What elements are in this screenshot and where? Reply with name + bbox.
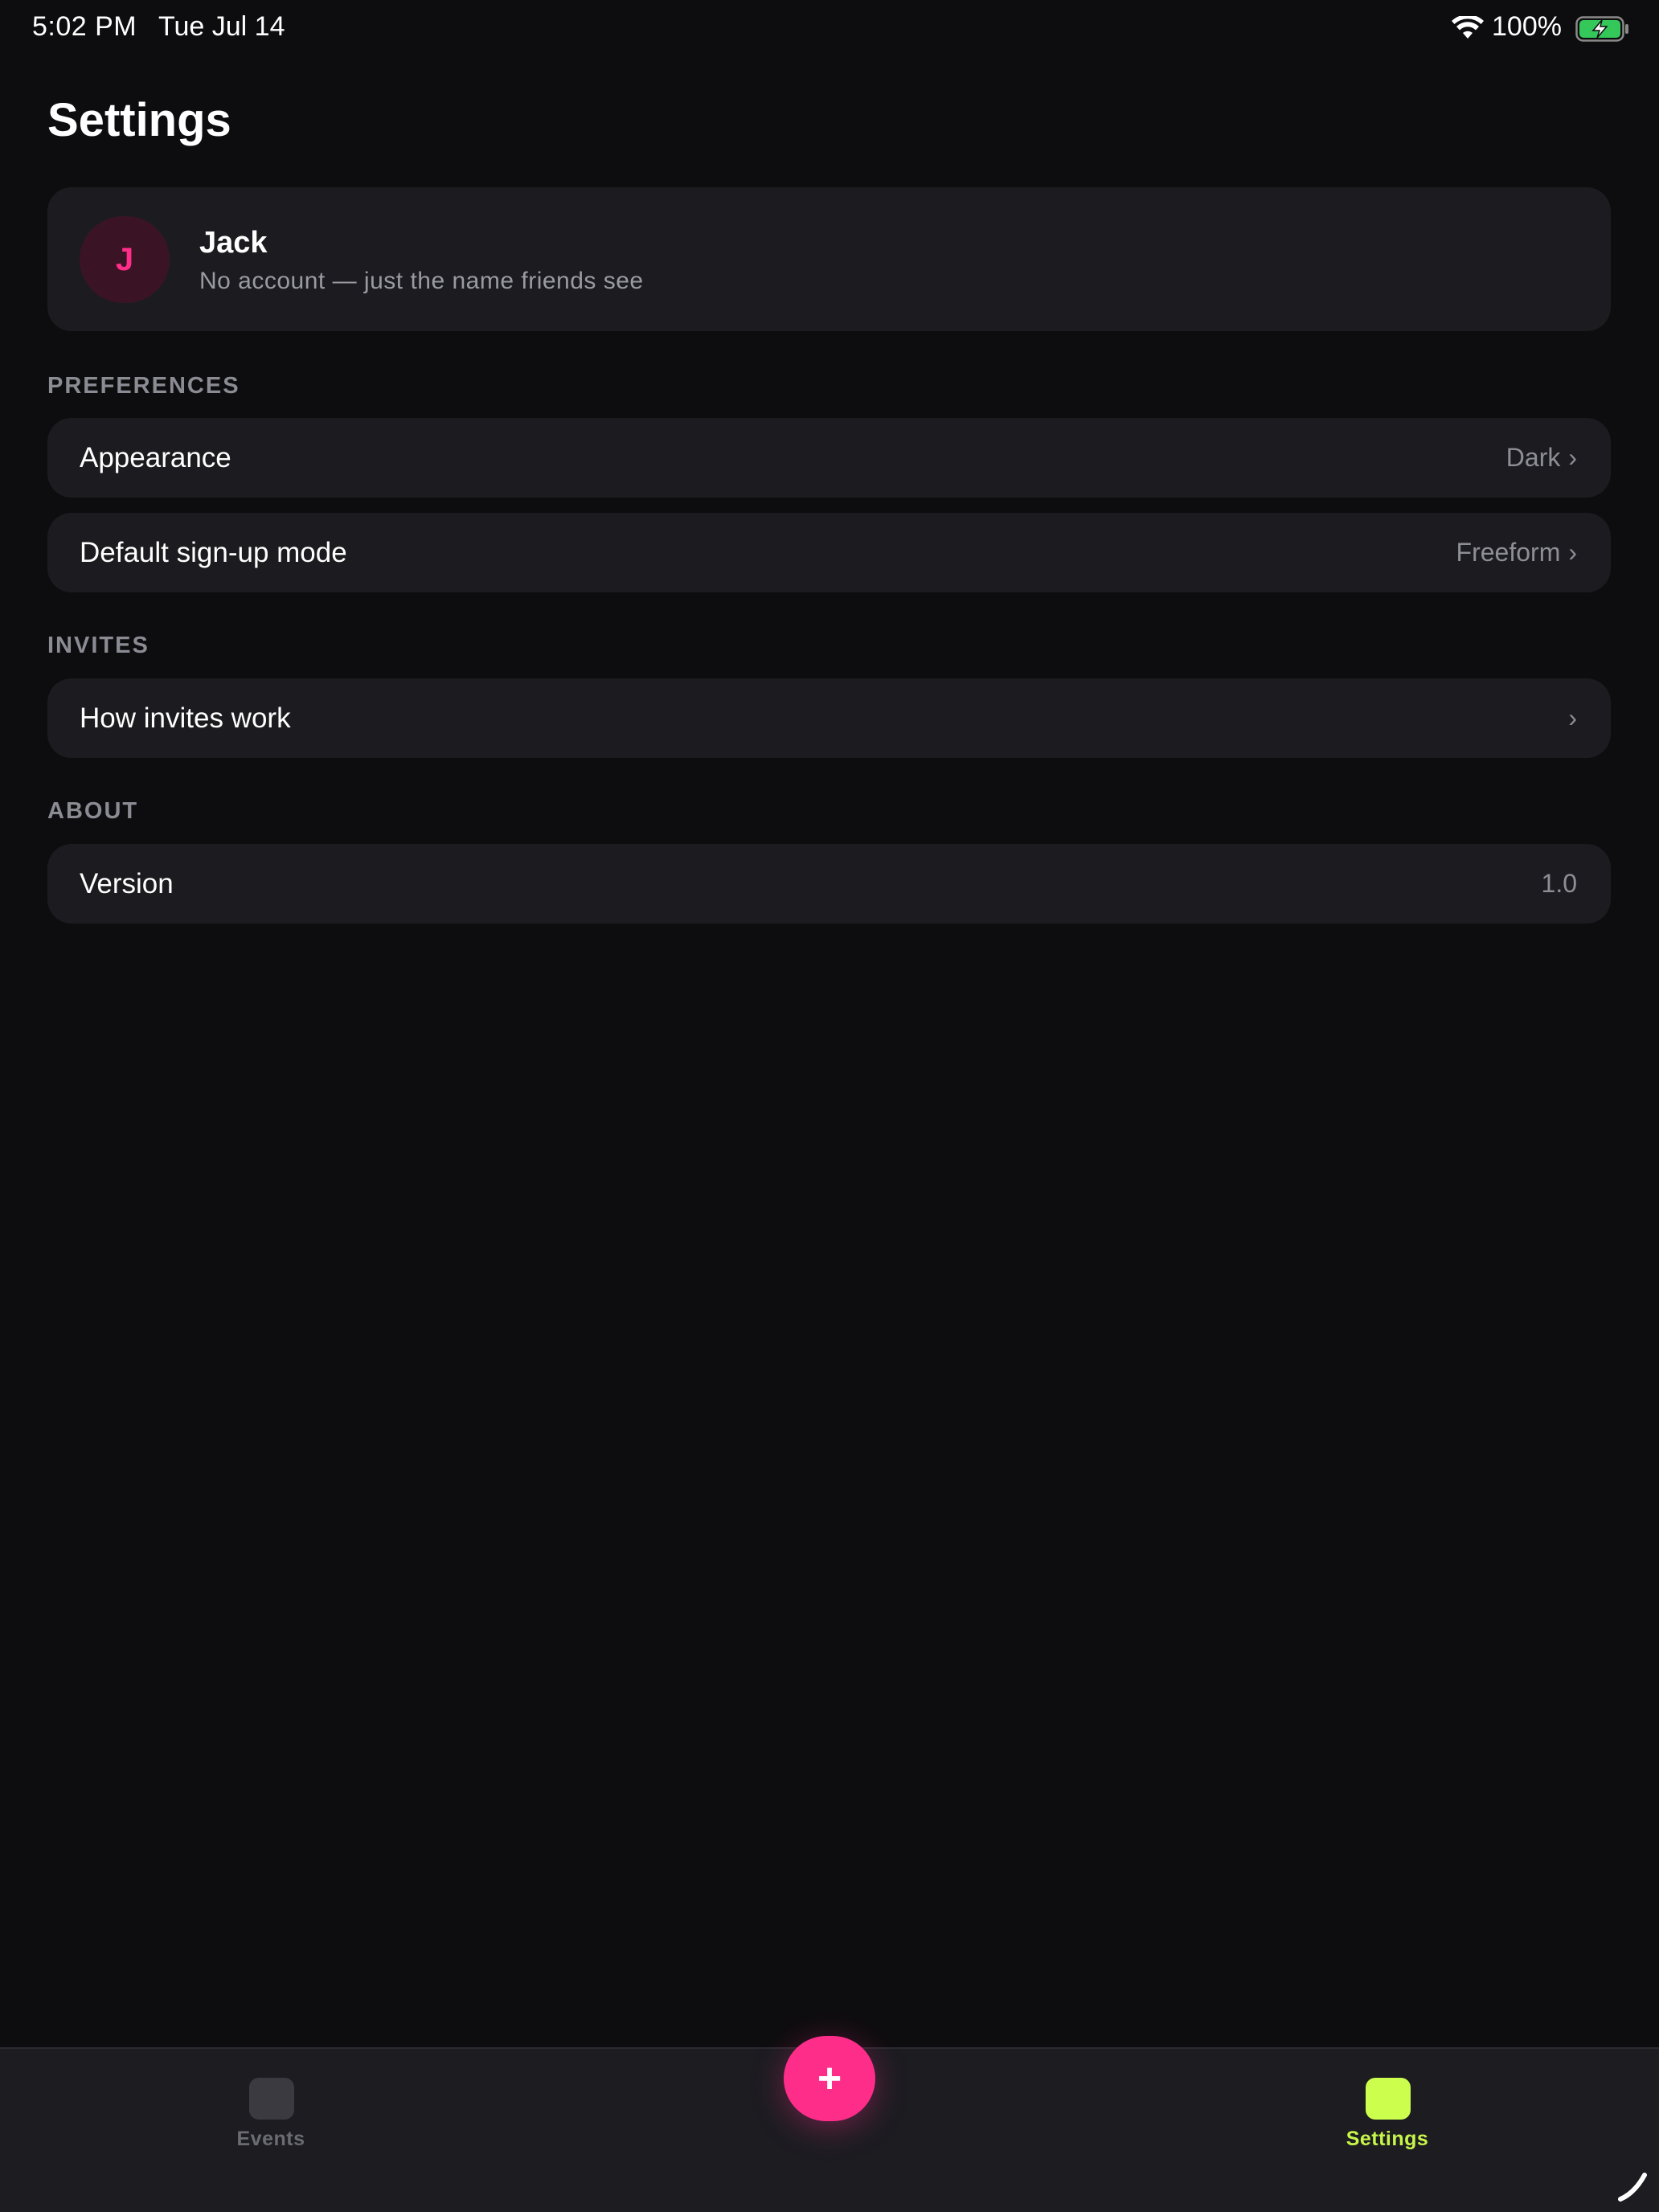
- settings-screen: 5:02 PM Tue Jul 14 100% Settings J Jack …: [0, 0, 1659, 2212]
- appearance-value-text: Dark: [1505, 443, 1561, 472]
- tab-events[interactable]: Events: [190, 2049, 351, 2161]
- appearance-value: Dark ›: [1506, 418, 1577, 498]
- signup-mode-value: Freeform ›: [1456, 513, 1577, 592]
- appearance-label: Appearance: [80, 442, 231, 473]
- battery-percent: 100%: [1492, 11, 1562, 42]
- how-invites-value: ›: [1560, 678, 1577, 758]
- how-invites-label: How invites work: [80, 703, 291, 734]
- plus-icon: +: [817, 2055, 842, 2102]
- section-header-about: ABOUT: [47, 798, 139, 824]
- appearance-row[interactable]: Appearance Dark ›: [47, 418, 1611, 498]
- tab-settings[interactable]: Settings: [1307, 2049, 1468, 2161]
- settings-tab-icon: [1366, 2078, 1411, 2120]
- profile-name: Jack: [199, 226, 268, 260]
- wifi-icon: [1452, 16, 1484, 39]
- signup-mode-label: Default sign-up mode: [80, 537, 347, 568]
- avatar-initial: J: [115, 242, 134, 277]
- how-invites-row[interactable]: How invites work ›: [47, 678, 1611, 758]
- chevron-right-icon: ›: [1568, 538, 1577, 567]
- version-row: Version 1.0: [47, 844, 1611, 924]
- profile-subtitle: No account — just the name friends see: [199, 268, 644, 294]
- tab-events-label: Events: [236, 2128, 305, 2150]
- status-time: 5:02 PM: [32, 11, 137, 42]
- profile-card[interactable]: J Jack No account — just the name friend…: [47, 187, 1611, 331]
- section-header-preferences: PREFERENCES: [47, 373, 240, 399]
- signup-mode-value-text: Freeform: [1456, 538, 1561, 567]
- section-header-invites: INVITES: [47, 633, 150, 658]
- chevron-right-icon: ›: [1568, 703, 1577, 732]
- status-bar: 5:02 PM Tue Jul 14 100%: [0, 0, 1659, 58]
- avatar: J: [80, 216, 170, 303]
- chevron-right-icon: ›: [1568, 443, 1577, 472]
- tab-settings-label: Settings: [1346, 2128, 1429, 2150]
- version-value: 1.0: [1541, 869, 1577, 898]
- events-tab-icon: [249, 2078, 294, 2120]
- status-date: Tue Jul 14: [158, 11, 285, 42]
- pencil-indicator-icon: [1618, 2173, 1647, 2202]
- signup-mode-row[interactable]: Default sign-up mode Freeform ›: [47, 513, 1611, 592]
- add-event-button[interactable]: +: [784, 2036, 875, 2121]
- version-label: Version: [80, 868, 174, 899]
- battery-charging-icon: [1575, 16, 1628, 42]
- page-title: Settings: [47, 94, 231, 146]
